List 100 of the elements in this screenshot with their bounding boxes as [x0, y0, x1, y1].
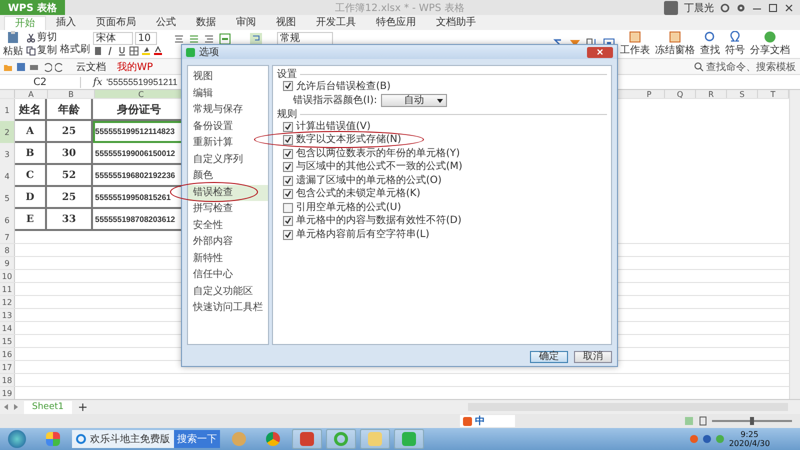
- scissors-icon[interactable]: [26, 32, 36, 42]
- nav-item[interactable]: 颜色: [188, 168, 268, 184]
- close-icon[interactable]: [784, 2, 794, 12]
- row-header[interactable]: 13: [0, 309, 15, 321]
- checkbox[interactable]: [283, 176, 293, 186]
- nav-item[interactable]: 备份设置: [188, 118, 268, 135]
- ribbon-tab[interactable]: 公式: [146, 16, 186, 30]
- font-size-select[interactable]: 10: [135, 32, 157, 45]
- copy-button[interactable]: 复制: [37, 44, 57, 56]
- row-header[interactable]: 4: [0, 165, 15, 187]
- row-header[interactable]: 15: [0, 335, 15, 347]
- underline-icon[interactable]: [117, 46, 127, 56]
- avatar[interactable]: [664, 0, 678, 14]
- ime-toolbar[interactable]: 中: [460, 415, 515, 427]
- column-header[interactable]: Q: [665, 90, 696, 98]
- ribbon-button[interactable]: 符号: [725, 31, 745, 57]
- align-icon[interactable]: [189, 34, 199, 44]
- ribbon-tab[interactable]: 特色应用: [366, 16, 426, 30]
- nav-item[interactable]: 安全性: [188, 218, 268, 234]
- column-header[interactable]: P: [634, 90, 665, 98]
- color-dropdown[interactable]: 自动: [381, 94, 448, 106]
- nav-item[interactable]: 重新计算: [188, 135, 268, 152]
- add-sheet-button[interactable]: +: [78, 400, 88, 414]
- nav-item[interactable]: 拼写检查: [188, 201, 268, 218]
- copy-icon[interactable]: [26, 46, 36, 56]
- nav-item[interactable]: 外部内容: [188, 234, 268, 250]
- row-header[interactable]: 19: [0, 387, 15, 399]
- browser-taskbar-item[interactable]: 欢乐斗地主免费版: [72, 430, 174, 448]
- ribbon-tab[interactable]: 文档助手: [426, 16, 486, 30]
- column-header[interactable]: A: [15, 90, 48, 98]
- row-header[interactable]: 11: [0, 283, 15, 295]
- sheet-nav-icon[interactable]: [4, 404, 18, 410]
- fill-color-icon[interactable]: [141, 46, 151, 56]
- align-icon[interactable]: [204, 34, 214, 44]
- merge-cells-icon[interactable]: [219, 32, 231, 44]
- font-select[interactable]: 宋体: [93, 32, 133, 45]
- dialog-button[interactable]: 确定: [530, 351, 568, 363]
- checkbox[interactable]: [283, 122, 293, 132]
- row-header[interactable]: 2: [0, 121, 15, 143]
- nav-item[interactable]: 常规与保存: [188, 102, 268, 118]
- cloud-docs-tab[interactable]: 云文档: [76, 60, 106, 74]
- formula-input[interactable]: '55555519951211: [106, 77, 178, 87]
- cut-button[interactable]: 剪切: [37, 32, 57, 44]
- checkbox[interactable]: [283, 202, 293, 213]
- checkbox[interactable]: [283, 216, 293, 226]
- ribbon-tab[interactable]: 视图: [266, 16, 306, 30]
- row-header[interactable]: 9: [0, 257, 15, 269]
- ribbon-tab[interactable]: 开发工具: [306, 16, 366, 30]
- checkbox[interactable]: [283, 162, 293, 172]
- ribbon-tab[interactable]: 页面布局: [86, 16, 146, 30]
- align-icon[interactable]: [174, 34, 184, 44]
- undo-icon[interactable]: [42, 62, 52, 72]
- row-header[interactable]: 17: [0, 361, 15, 373]
- command-search-field[interactable]: 查找命令、搜索模板: [706, 60, 796, 74]
- checkbox[interactable]: [283, 135, 293, 146]
- zoom-slider-thumb[interactable]: [750, 417, 754, 425]
- wrap-text-icon[interactable]: [250, 32, 262, 44]
- dialog-button[interactable]: 取消: [574, 351, 612, 363]
- nav-item[interactable]: 快速访问工具栏: [188, 300, 268, 316]
- save-icon[interactable]: [16, 62, 26, 72]
- nav-item[interactable]: 信任中心: [188, 267, 268, 284]
- redo-icon[interactable]: [55, 62, 65, 72]
- row-header[interactable]: 14: [0, 322, 15, 334]
- column-header[interactable]: R: [696, 90, 727, 98]
- nav-item[interactable]: 编辑: [188, 86, 268, 102]
- format-painter-button[interactable]: 格式刷: [60, 44, 90, 56]
- refresh-icon[interactable]: [720, 2, 730, 12]
- row-header[interactable]: 18: [0, 374, 15, 386]
- cell-reference-field[interactable]: C2: [0, 76, 81, 88]
- ribbon-tab[interactable]: 插入: [46, 16, 86, 30]
- border-icon[interactable]: [129, 46, 139, 56]
- vertical-scrollbar[interactable]: [789, 90, 800, 399]
- row-header[interactable]: 6: [0, 209, 15, 231]
- search-button[interactable]: 搜索一下: [174, 430, 220, 448]
- maximize-icon[interactable]: [768, 2, 778, 12]
- ribbon-tab[interactable]: 数据: [186, 16, 226, 30]
- nav-item[interactable]: 视图: [188, 69, 268, 86]
- row-header[interactable]: 8: [0, 244, 15, 256]
- row-header[interactable]: 12: [0, 296, 15, 308]
- checkbox[interactable]: [283, 81, 293, 91]
- function-label[interactable]: fx: [93, 76, 102, 88]
- nav-item[interactable]: 错误检查: [188, 184, 268, 201]
- nav-item[interactable]: 新特性: [188, 250, 268, 267]
- close-button[interactable]: [587, 46, 613, 58]
- ribbon-button[interactable]: 冻结窗格: [655, 31, 695, 57]
- ribbon-tab[interactable]: 审阅: [226, 16, 266, 30]
- row-header[interactable]: 7: [0, 231, 15, 243]
- ribbon-button[interactable]: 分享文档: [750, 31, 790, 57]
- row-header[interactable]: 10: [0, 270, 15, 282]
- start-button[interactable]: [8, 430, 26, 448]
- checkbox[interactable]: [283, 189, 293, 200]
- paste-button[interactable]: 粘贴: [3, 30, 23, 58]
- checkbox[interactable]: [283, 148, 293, 159]
- checkbox[interactable]: [283, 230, 293, 240]
- font-color-icon[interactable]: [153, 46, 163, 56]
- ribbon-button[interactable]: 查找: [700, 31, 720, 57]
- taskbar-app-icon[interactable]: [292, 429, 322, 449]
- my-wps-tab[interactable]: 我的WP: [117, 60, 153, 74]
- row-header[interactable]: 16: [0, 348, 15, 360]
- page-view-icon[interactable]: [698, 416, 708, 426]
